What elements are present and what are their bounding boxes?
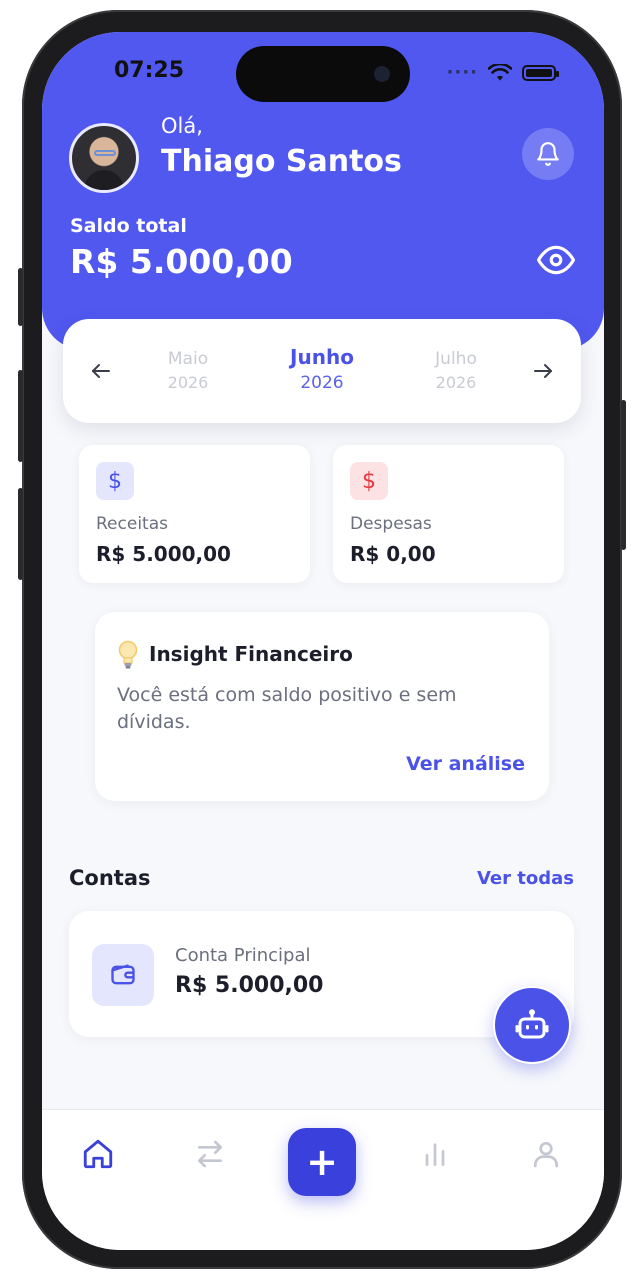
user-name: Thiago Santos: [161, 144, 402, 179]
month-previous-year: 2026: [167, 373, 209, 392]
avatar-glasses: [94, 150, 116, 156]
status-icons: ····: [446, 62, 559, 83]
camera-icon: [374, 66, 390, 82]
nav-transactions[interactable]: [190, 1134, 230, 1174]
chart-icon: [425, 1143, 445, 1166]
balance-label: Saldo total: [70, 215, 187, 237]
phone-action-button: [18, 268, 23, 326]
lightbulb-icon: [118, 640, 138, 669]
view-analysis-link[interactable]: Ver análise: [406, 753, 525, 775]
eye-icon: [537, 245, 575, 275]
insight-text: Você está com saldo positivo e sem dívid…: [117, 684, 457, 733]
assistant-bot-button[interactable]: [493, 986, 571, 1064]
add-transaction-button[interactable]: +: [288, 1128, 356, 1196]
month-current-name: Junho: [290, 345, 354, 369]
arrow-left-icon: [92, 364, 110, 378]
header: 07:25 ···· Olá, Thiago Santos Saldo tota…: [42, 32, 604, 350]
phone-volume-down-button: [18, 488, 23, 580]
nav-profile[interactable]: [526, 1134, 566, 1174]
greeting-text: Olá,: [161, 114, 203, 138]
expenses-label: Despesas: [350, 514, 432, 534]
account-name: Conta Principal: [175, 945, 311, 966]
month-previous[interactable]: Maio 2026: [133, 349, 243, 392]
account-value: R$ 5.000,00: [175, 973, 324, 998]
wallet-icon: [111, 964, 135, 985]
dynamic-island: [236, 46, 410, 102]
balance-value: R$ 5.000,00: [70, 242, 293, 281]
avatar[interactable]: [69, 123, 139, 193]
month-current-year: 2026: [300, 373, 344, 393]
avatar-shirt: [84, 170, 124, 190]
wifi-icon: [488, 63, 512, 80]
toggle-balance-visibility-button[interactable]: [536, 240, 576, 280]
home-icon: [83, 1139, 113, 1169]
battery-icon: [522, 64, 559, 81]
phone-power-button: [621, 400, 626, 550]
expenses-value: R$ 0,00: [350, 542, 436, 566]
account-icon-box: [92, 944, 154, 1006]
next-month-button[interactable]: [527, 355, 559, 387]
arrow-right-icon: [534, 364, 552, 378]
month-previous-name: Maio: [167, 349, 209, 369]
insight-title: Insight Financeiro: [149, 642, 353, 666]
income-card[interactable]: $ Receitas R$ 5.000,00: [79, 445, 310, 583]
insight-card: Insight Financeiro Você está com saldo p…: [95, 612, 549, 801]
income-label: Receitas: [96, 514, 168, 534]
status-time: 07:25: [114, 58, 185, 83]
signal-icon: ····: [446, 62, 478, 83]
robot-icon: [515, 1009, 549, 1039]
bell-icon: [537, 142, 559, 166]
month-selector: Maio 2026 Junho 2026 Julho 2026: [63, 319, 581, 423]
month-next-year: 2026: [435, 373, 477, 392]
accounts-section-title: Contas: [69, 866, 151, 890]
month-next[interactable]: Julho 2026: [401, 349, 511, 392]
user-icon: [534, 1142, 558, 1168]
app-screen: 07:25 ···· Olá, Thiago Santos Saldo tota…: [42, 32, 604, 1250]
bottom-navigation: +: [42, 1109, 604, 1250]
nav-reports[interactable]: [415, 1134, 455, 1174]
transfer-icon: [198, 1140, 222, 1168]
income-dollar-icon: $: [96, 462, 134, 500]
month-current[interactable]: Junho 2026: [267, 345, 377, 393]
expenses-dollar-icon: $: [350, 462, 388, 500]
income-value: R$ 5.000,00: [96, 542, 231, 566]
phone-volume-up-button: [18, 370, 23, 462]
previous-month-button[interactable]: [85, 355, 117, 387]
nav-home[interactable]: [78, 1134, 118, 1174]
view-all-accounts-link[interactable]: Ver todas: [477, 868, 574, 889]
month-next-name: Julho: [435, 349, 477, 369]
expenses-card[interactable]: $ Despesas R$ 0,00: [333, 445, 564, 583]
notifications-button[interactable]: [522, 128, 574, 180]
